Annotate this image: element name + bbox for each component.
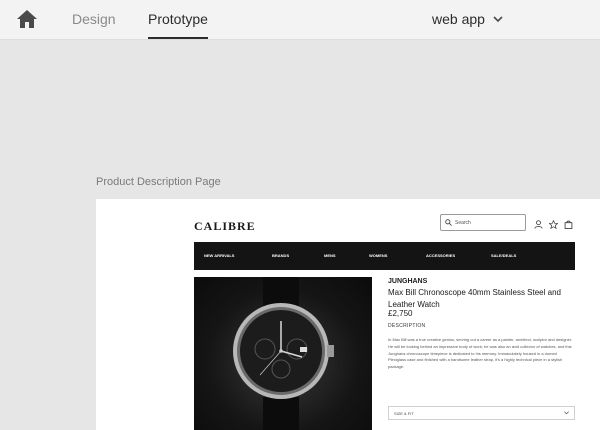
shopping-bag-icon[interactable] <box>564 220 573 229</box>
active-tab-indicator <box>148 37 208 39</box>
nav-womens[interactable]: WOMENS <box>369 253 387 258</box>
site-search[interactable] <box>440 214 526 231</box>
tab-prototype[interactable]: Prototype <box>148 11 208 27</box>
size-fit-select[interactable]: SIZE & FIT <box>388 406 575 420</box>
product-brand: JUNGHANS <box>388 278 428 285</box>
artboard[interactable]: CALIBRE NEW ARRIVALS BRANDS MENS WOMENS … <box>96 199 600 430</box>
artboard-label[interactable]: Product Description Page <box>96 176 221 188</box>
site-logo[interactable]: CALIBRE <box>194 219 256 234</box>
watch-illustration <box>233 277 334 430</box>
user-icon[interactable] <box>534 220 543 229</box>
star-icon[interactable] <box>549 220 558 229</box>
product-image[interactable] <box>194 277 372 430</box>
nav-accessories[interactable]: ACCESSORIES <box>426 253 455 258</box>
site-nav: NEW ARRIVALS BRANDS MENS WOMENS ACCESSOR… <box>194 242 575 270</box>
product-description: In Max Bill was a true creative genius, … <box>388 337 573 370</box>
chevron-down-icon <box>493 15 503 22</box>
nav-brands[interactable]: BRANDS <box>272 253 289 258</box>
product-title: Max Bill Chronoscope 40mm Stainless Stee… <box>388 288 561 309</box>
product-price: £2,750 <box>388 309 413 318</box>
tab-design[interactable]: Design <box>72 11 116 27</box>
chevron-down-icon <box>564 411 569 415</box>
home-icon[interactable] <box>16 9 38 29</box>
top-toolbar: Design Prototype web app <box>0 0 600 40</box>
search-input[interactable] <box>455 219 525 226</box>
search-icon <box>445 219 452 226</box>
nav-sale-deals[interactable]: SALE/DEALS <box>491 253 516 258</box>
nav-new-arrivals[interactable]: NEW ARRIVALS <box>204 253 234 258</box>
nav-mens[interactable]: MENS <box>324 253 336 258</box>
device-select[interactable]: web app <box>432 11 503 27</box>
size-fit-label: SIZE & FIT <box>394 410 414 416</box>
description-heading: DESCRIPTION <box>388 323 426 329</box>
device-select-value: web app <box>432 11 485 27</box>
